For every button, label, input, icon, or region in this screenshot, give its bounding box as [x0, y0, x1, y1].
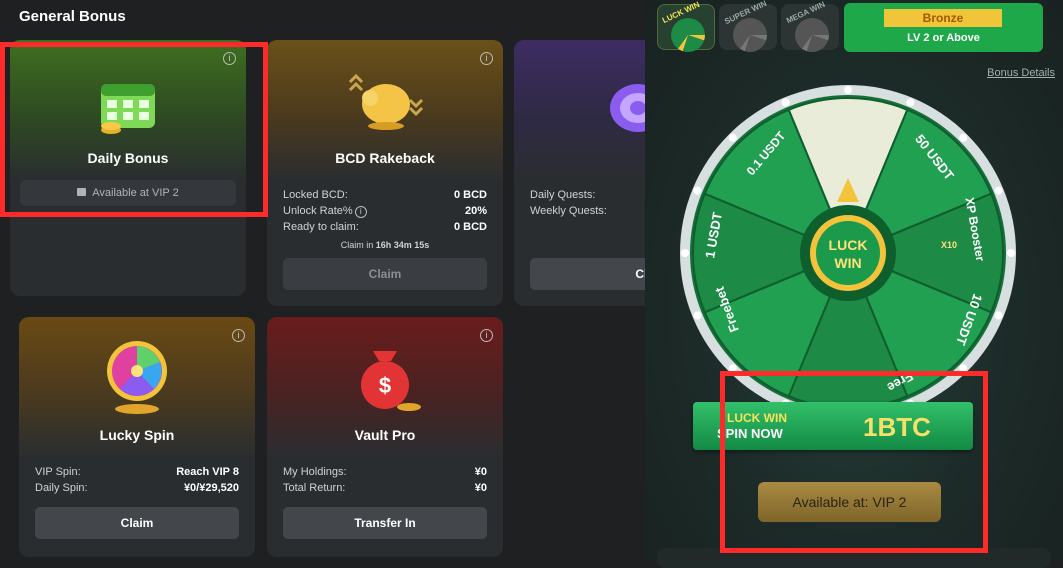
money-bag-icon: $	[361, 351, 421, 411]
card-title: BCD Rakeback	[335, 150, 435, 166]
wheel-light	[728, 133, 737, 142]
wheel-center-luck: LUCK	[829, 237, 868, 253]
wheel-light	[994, 186, 1003, 195]
wheel-light	[844, 86, 852, 94]
claim-countdown: Claim in 16h 34m 15s	[340, 240, 430, 250]
claim-button[interactable]: Claim	[35, 507, 239, 539]
tab-super-win[interactable]: SUPER WIN	[719, 0, 777, 52]
info-icon[interactable]: i	[232, 329, 245, 342]
wheel-light	[693, 186, 702, 195]
rank-ribbon: Bronze	[884, 9, 1002, 27]
wheel-light	[1007, 249, 1015, 257]
spin-row: Daily Spin: ¥0/¥29,520	[35, 482, 239, 494]
piggy-bank-icon	[348, 73, 424, 130]
rakeback-row: Locked BCD: 0 BCD	[283, 189, 487, 201]
wheel-light	[693, 311, 702, 320]
vault-row: My Holdings: ¥0	[283, 466, 487, 478]
prize-wheel-icon	[107, 341, 167, 414]
wheel-light	[906, 98, 915, 107]
mini-wheel-icon	[795, 18, 829, 52]
vault-row: Total Return: ¥0	[283, 482, 487, 494]
rakeback-row: Ready to claim: 0 BCD	[283, 221, 487, 233]
highlight-box	[0, 42, 268, 217]
vault-pro-card[interactable]: i $ Vault Pro My Holdings: ¥0 Total Retur…	[267, 317, 503, 557]
lucky-spin-card[interactable]: i Lucky Spin VIP Spin: Reach VIP 8 Daily …	[19, 317, 255, 557]
info-icon[interactable]: i	[480, 52, 493, 65]
card-title: Vault Pro	[354, 427, 416, 443]
level-requirement-text: LV 2 or Above	[907, 32, 980, 44]
mini-wheel-icon	[671, 18, 705, 52]
wheel-light	[681, 249, 689, 257]
vip-level-requirement: Bronze LV 2 or Above	[844, 3, 1043, 52]
tab-mega-win[interactable]: MEGA WIN	[781, 0, 839, 52]
svg-text:$: $	[379, 373, 391, 398]
transfer-in-button[interactable]: Transfer In	[283, 507, 487, 539]
info-icon[interactable]: i	[354, 206, 367, 218]
info-icon[interactable]: i	[480, 329, 493, 342]
tab-luck-win[interactable]: LUCK WIN	[657, 0, 715, 52]
section-title: General Bonus	[19, 8, 126, 25]
luck-win-panel: LUCK WIN SUPER WIN MEGA WIN Bronze LV 2 …	[645, 0, 1063, 568]
wheel-light	[994, 311, 1003, 320]
wheel-center-win: WIN	[834, 255, 861, 271]
rakeback-row: Unlock Rate% i 20%	[283, 205, 487, 218]
bcd-rakeback-card[interactable]: i BCD Rakeback Locked BCD: 0 BCD Unlock R…	[267, 40, 503, 306]
claim-button[interactable]: Claim	[283, 258, 487, 290]
wheel-light	[781, 98, 790, 107]
card-title: Lucky Spin	[99, 427, 175, 443]
mini-wheel-icon	[733, 18, 767, 52]
highlight-box	[720, 371, 988, 553]
wheel-light	[959, 133, 968, 142]
booster-multiplier: X10	[941, 240, 957, 250]
spin-row: VIP Spin: Reach VIP 8	[35, 466, 239, 478]
